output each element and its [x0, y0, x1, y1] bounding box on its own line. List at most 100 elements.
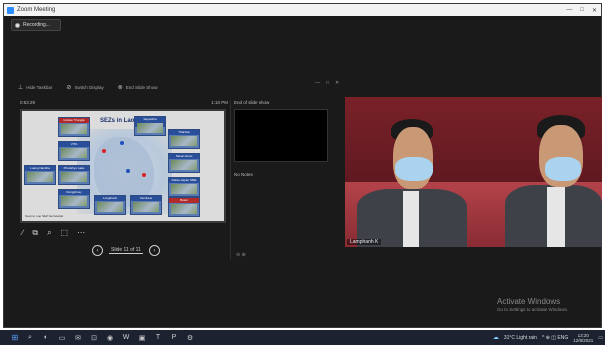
teams-icon[interactable]: T — [150, 330, 166, 345]
watermark-subtitle: Go to Settings to activate Windows. — [497, 307, 569, 312]
sez-photo — [137, 123, 163, 133]
search-icon[interactable]: ⌕ — [22, 330, 38, 345]
previous-slide-button[interactable]: ‹ — [92, 245, 103, 256]
hide-taskbar-icon: ⊥ — [18, 84, 24, 91]
sez-photo — [27, 172, 53, 182]
panel-close-button[interactable]: ✕ — [335, 80, 339, 86]
sez-label: Longthanh — [95, 196, 125, 201]
sez-box: Golden Triangle — [58, 117, 90, 137]
store-icon[interactable]: ⊡ — [86, 330, 102, 345]
watermark-title: Activate Windows — [497, 297, 561, 306]
map-pin — [126, 169, 130, 173]
slides-icon[interactable]: ⧉ — [32, 228, 38, 238]
sez-box: Longthanh — [94, 195, 126, 215]
subtitles-icon[interactable]: ⬚ — [61, 228, 69, 238]
panel-minimize-button[interactable]: — — [315, 80, 320, 86]
sez-label: Vientiane — [131, 196, 161, 201]
close-button[interactable]: ✕ — [592, 7, 597, 14]
sez-photo — [171, 184, 197, 194]
more-options-icon[interactable]: ⋯ — [77, 228, 85, 238]
recording-indicator[interactable]: Recording... — [11, 19, 61, 31]
sez-photo — [171, 160, 197, 170]
recording-label: Recording... — [23, 22, 50, 28]
sez-photo — [61, 172, 87, 182]
sez-photo — [61, 196, 87, 206]
panel-maximize-button[interactable]: □ — [326, 80, 329, 86]
sez-photo — [61, 124, 87, 134]
sez-label: Dongphosy — [59, 190, 89, 195]
end-show-button[interactable]: ⊗ End Slide Show — [118, 84, 158, 91]
edge-icon[interactable]: ◐ — [38, 330, 54, 345]
powerpoint-icon[interactable]: P — [166, 330, 182, 345]
end-show-icon: ⊗ — [117, 84, 123, 91]
system-tray: ☁ 31°C Light rain ^ ⊕ ◫ ENG 13:20 12/8/2… — [493, 330, 603, 345]
sez-box: Thakhek — [168, 129, 200, 149]
slide-canvas: SEZs in Lao PDR Golden Triangle Saysetth… — [22, 111, 224, 221]
sez-box: VITA — [58, 141, 90, 161]
white-shirt — [403, 191, 419, 247]
notes-zoom-controls[interactable]: ⊖ ⊕ — [236, 252, 246, 258]
minimize-button[interactable]: — — [566, 7, 572, 13]
elapsed-time: 0:53:29 — [20, 100, 36, 105]
white-shirt — [547, 187, 565, 247]
current-slide: SEZs in Lao PDR Golden Triangle Saysetth… — [20, 109, 226, 223]
window-title: Zoom Meeting — [17, 7, 56, 13]
sez-box: Savan-Seno — [168, 153, 200, 173]
sez-label: VITA — [59, 142, 89, 147]
hide-taskbar-label: Hide Taskbar — [26, 84, 53, 90]
clock-time: 1:10 PM — [211, 100, 228, 105]
slide-counter: Slide 11 of 11 — [109, 247, 143, 254]
map-pin — [142, 173, 146, 177]
sez-label: Luang Namtha — [25, 166, 55, 171]
zoom-icon[interactable]: ▣ — [134, 330, 150, 345]
sez-label: Boten — [169, 198, 199, 203]
next-slide-preview — [234, 109, 328, 162]
pen-icon[interactable]: ∕ — [22, 228, 23, 238]
sez-box: Saysettha Development — [134, 116, 166, 136]
participant-video[interactable]: Lamphanh K — [345, 97, 602, 247]
end-show-label: End Slide Show — [125, 84, 158, 90]
maximize-button[interactable]: □ — [580, 7, 584, 13]
clock[interactable]: 13:20 12/8/2021 — [573, 333, 593, 343]
participant-right — [495, 115, 602, 247]
notes-panel: End of slide show No Notes ⊖ ⊕ — [234, 100, 330, 260]
tray-icons[interactable]: ^ ⊕ ◫ ENG — [542, 335, 568, 341]
panel-divider[interactable] — [230, 100, 231, 260]
word-icon[interactable]: W — [118, 330, 134, 345]
title-bar: Zoom Meeting — □ ✕ — [4, 4, 601, 16]
sez-box: Pakse-Japan SME — [168, 177, 200, 197]
face-mask — [395, 157, 433, 181]
sez-photo — [133, 202, 159, 212]
sez-box: Boten — [168, 197, 200, 217]
map-pin — [120, 141, 124, 145]
sez-label: Savan-Seno — [169, 154, 199, 159]
settings-icon[interactable]: ⚙ — [182, 330, 198, 345]
switch-display-label: Switch Display — [74, 84, 104, 90]
face-mask — [545, 157, 581, 181]
participant-left — [357, 119, 477, 247]
sez-photo — [171, 136, 197, 146]
notification-icon[interactable]: ▭ — [598, 335, 603, 341]
sez-label: Phoukhyo Lake — [59, 166, 89, 171]
file-explorer-icon[interactable]: ▭ — [54, 330, 70, 345]
slide-footer: Source: Lao SEZ Secretariat — [25, 214, 64, 218]
weather-text[interactable]: 31°C Light rain — [504, 335, 537, 341]
weather-icon[interactable]: ☁ — [493, 334, 499, 341]
start-button[interactable]: ⊞ — [8, 330, 22, 345]
sez-label: Thakhek — [169, 130, 199, 135]
switch-display-button[interactable]: ⊘ Switch Display — [66, 84, 103, 91]
next-slide-button[interactable]: › — [148, 245, 160, 256]
chrome-icon[interactable]: ◉ — [102, 330, 118, 345]
slideshow-toolbar: ⊥ Hide Taskbar ⊘ Switch Display ⊗ End Sl… — [18, 82, 338, 92]
hide-taskbar-button[interactable]: ⊥ Hide Taskbar — [18, 84, 52, 91]
sez-box: Vientiane — [130, 195, 162, 215]
sez-box: Luang Namtha — [24, 165, 56, 185]
presenter-status-bar: 0:53:29 1:10 PM — [20, 100, 228, 108]
zoom-app-icon — [7, 6, 14, 14]
activate-windows-watermark: Activate Windows Go to Settings to activ… — [497, 297, 568, 312]
mail-icon[interactable]: ✉ — [70, 330, 86, 345]
map-pin — [102, 149, 106, 153]
sez-label: Pakse-Japan SME — [169, 178, 199, 183]
sez-box: Dongphosy — [58, 189, 90, 209]
magnifier-icon[interactable]: ⌕ — [47, 228, 51, 238]
